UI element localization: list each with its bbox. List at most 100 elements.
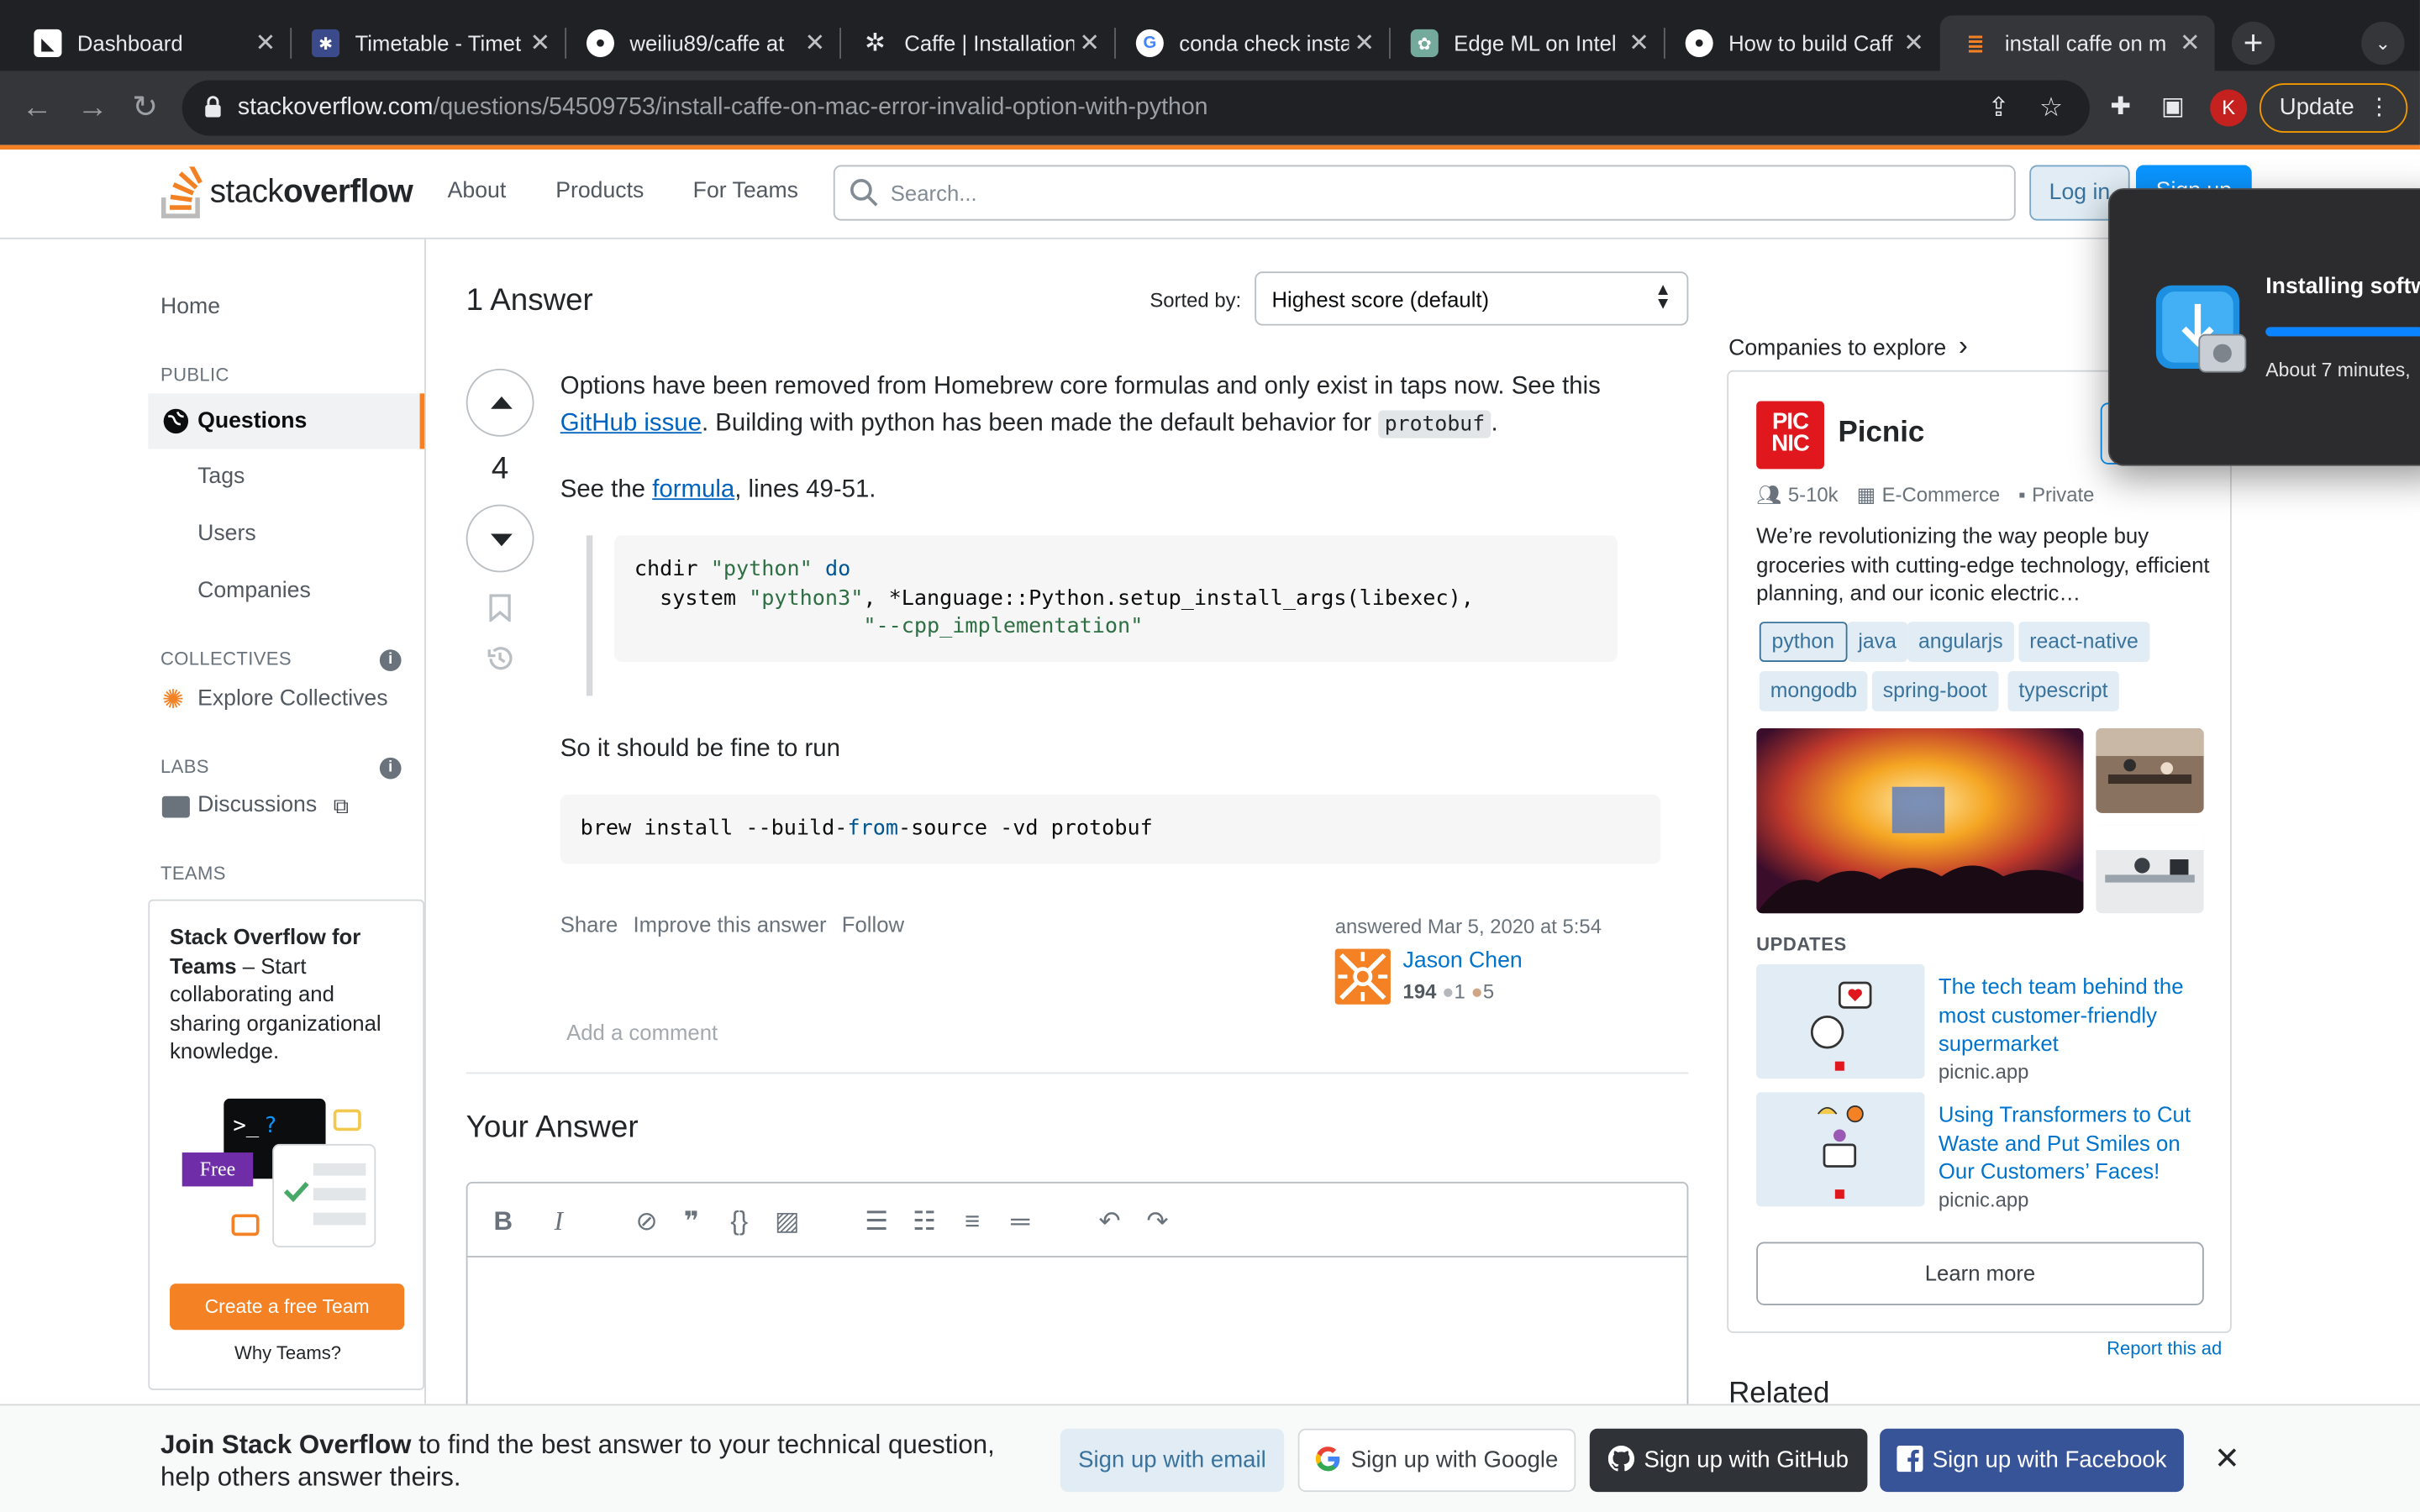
reputation-score: 194 <box>1402 979 1437 1003</box>
company-industry: ▦ E-Commerce <box>1857 483 2001 507</box>
github-issue-link[interactable]: GitHub issue <box>560 411 702 437</box>
close-icon[interactable]: ✕ <box>1623 28 1655 59</box>
signup-google-button[interactable]: Sign up with Google <box>1297 1428 1576 1493</box>
create-free-team-button[interactable]: Create a free Team <box>170 1284 405 1331</box>
update-title-2[interactable]: Using Transformers to Cut Waste and Put … <box>1939 1100 2213 1186</box>
tab-search-chevron-icon[interactable]: ⌄ <box>2361 21 2405 66</box>
update-title-1[interactable]: The tech team behind the most customer-f… <box>1939 972 2213 1058</box>
update-thumbnail-2[interactable] <box>1756 1092 1925 1207</box>
redo-icon[interactable]: ↷ <box>1140 1205 1174 1238</box>
back-arrow-icon[interactable]: ← <box>18 90 55 127</box>
sidebar-item-explore-collectives[interactable]: ✺ Explore Collectives <box>148 685 424 713</box>
heading-icon[interactable]: ≡ <box>955 1205 989 1238</box>
picnic-logo[interactable]: PIC NIC <box>1756 401 1824 470</box>
bookmark-icon[interactable] <box>487 594 512 622</box>
company-photo-office-1[interactable] <box>2096 727 2204 813</box>
sort-select[interactable]: Highest score (default) ▲ ▼ <box>1255 271 1689 326</box>
tag-python[interactable]: python <box>1759 622 1847 662</box>
tag-mongodb[interactable]: mongodb <box>1759 670 1868 711</box>
tab-caffe-installation[interactable]: ✲ Caffe | Installation ✕ <box>839 15 1114 71</box>
sidebar-item-companies[interactable]: Companies <box>148 579 424 603</box>
image-icon[interactable]: ▨ <box>771 1205 804 1238</box>
improve-answer-link[interactable]: Improve this answer <box>634 911 827 936</box>
cte-label: Companies to explore <box>1728 336 1947 361</box>
add-comment-link[interactable]: Add a comment <box>566 1020 718 1044</box>
bookmark-star-icon[interactable]: ☆ <box>2034 91 2068 124</box>
formula-link[interactable]: formula <box>652 477 734 503</box>
reload-icon[interactable]: ↻ <box>127 90 164 127</box>
blockquote-icon[interactable]: ❞ <box>675 1205 708 1238</box>
signup-github-button[interactable]: Sign up with GitHub <box>1589 1428 1868 1493</box>
answer-editor[interactable]: B I ⊘ ❞ {} ▨ ☰ ☷ ≡ ═ ↶ ↷ <box>466 1181 1689 1429</box>
close-icon[interactable]: ✕ <box>524 28 555 59</box>
sidebar-item-tags[interactable]: Tags <box>148 465 424 489</box>
search-input[interactable]: Search... <box>833 165 2016 221</box>
extensions-puzzle-icon[interactable]: ✚ <box>2102 90 2139 127</box>
close-icon[interactable]: ✕ <box>250 28 281 59</box>
update-thumbnail-1[interactable] <box>1756 963 1925 1079</box>
tag-react-native[interactable]: react-native <box>2018 622 2149 662</box>
company-photo-concert[interactable] <box>1756 727 2084 914</box>
free-badge: Free <box>182 1152 254 1187</box>
signup-email-button[interactable]: Sign up with email <box>1060 1428 1285 1493</box>
close-icon[interactable]: ✕ <box>2210 1442 2244 1476</box>
undo-icon[interactable]: ↶ <box>1092 1205 1126 1238</box>
companies-to-explore-link[interactable]: Companies to explore › <box>1728 330 1968 363</box>
tab-install-caffe-active[interactable]: ≣ install caffe on m ✕ <box>1939 15 2215 71</box>
new-tab-button[interactable]: + <box>2231 21 2275 66</box>
tag-typescript[interactable]: typescript <box>2007 670 2119 711</box>
company-photo-office-2[interactable] <box>2096 825 2204 914</box>
code-braces-icon[interactable]: {} <box>723 1205 756 1238</box>
upvote-button[interactable] <box>466 368 534 437</box>
profile-avatar[interactable]: K <box>2210 89 2248 127</box>
downvote-button[interactable] <box>466 504 534 573</box>
history-icon[interactable] <box>485 643 516 675</box>
tab-conda[interactable]: G conda check insta ✕ <box>1114 15 1389 71</box>
side-panel-icon[interactable]: ▣ <box>2154 90 2191 127</box>
tab-build-caffe[interactable]: ● How to build Caff ✕ <box>1664 15 1939 71</box>
tag-spring-boot[interactable]: spring-boot <box>1871 670 1998 711</box>
company-name[interactable]: Picnic <box>1839 417 1925 450</box>
numbered-list-icon[interactable]: ☰ <box>860 1205 893 1238</box>
nav-for-teams[interactable]: For Teams <box>693 179 798 203</box>
installer-notification[interactable]: Installing softw About 7 minutes, <box>2107 188 2420 466</box>
forward-arrow-icon[interactable]: → <box>74 90 111 127</box>
address-bar[interactable]: stackoverflow.com/questions/54509753/ins… <box>182 80 2090 136</box>
close-icon[interactable]: ✕ <box>2175 28 2206 59</box>
link-icon[interactable]: ⊘ <box>629 1205 663 1238</box>
tab-edge-ml[interactable]: ✿ Edge ML on Intel ✕ <box>1389 15 1664 71</box>
horizontal-rule-icon[interactable]: ═ <box>1003 1205 1037 1238</box>
tag-java[interactable]: java <box>1847 622 1907 662</box>
bold-icon[interactable]: B <box>487 1205 520 1238</box>
share-link[interactable]: Share <box>560 911 618 936</box>
stackoverflow-logo[interactable]: stackoverflow <box>160 165 413 221</box>
nav-about[interactable]: About <box>448 179 507 203</box>
why-teams-link[interactable]: Why Teams? <box>150 1342 426 1364</box>
italic-icon[interactable]: I <box>542 1205 576 1238</box>
external-link-icon: ⧉ <box>333 793 350 818</box>
follow-link[interactable]: Follow <box>842 911 904 936</box>
signup-facebook-button[interactable]: Sign up with Facebook <box>1880 1428 2184 1493</box>
info-icon[interactable]: i <box>379 649 402 671</box>
learn-more-button[interactable]: Learn more <box>1756 1242 2204 1305</box>
close-icon[interactable]: ✕ <box>1074 28 1105 59</box>
close-icon[interactable]: ✕ <box>799 28 830 59</box>
user-avatar[interactable] <box>1334 948 1391 1005</box>
tag-angularjs[interactable]: angularjs <box>1907 622 2014 662</box>
tab-dashboard[interactable]: ◣ Dashboard ✕ <box>13 15 291 71</box>
info-icon[interactable]: i <box>379 757 402 780</box>
bullet-list-icon[interactable]: ☷ <box>908 1205 941 1238</box>
sidebar-item-home[interactable]: Home <box>148 295 424 319</box>
sidebar-item-users[interactable]: Users <box>148 522 424 546</box>
sidebar-item-discussions[interactable]: Discussions ⧉ <box>148 793 424 818</box>
user-name-link[interactable]: Jason Chen <box>1403 949 1523 974</box>
tab-timetable[interactable]: ✱ Timetable - Timet ✕ <box>290 15 565 71</box>
update-button[interactable]: Update ⋮ <box>2259 83 2408 133</box>
close-icon[interactable]: ✕ <box>1349 28 1380 59</box>
nav-products[interactable]: Products <box>555 179 644 203</box>
sidebar-item-questions[interactable]: Questions <box>148 393 425 449</box>
share-icon[interactable]: ⇪ <box>1981 91 2015 124</box>
tab-weiliu-caffe[interactable]: ● weiliu89/caffe at ✕ <box>565 15 839 71</box>
close-icon[interactable]: ✕ <box>1898 28 1929 59</box>
report-ad-link[interactable]: Report this ad <box>2107 1337 2222 1359</box>
